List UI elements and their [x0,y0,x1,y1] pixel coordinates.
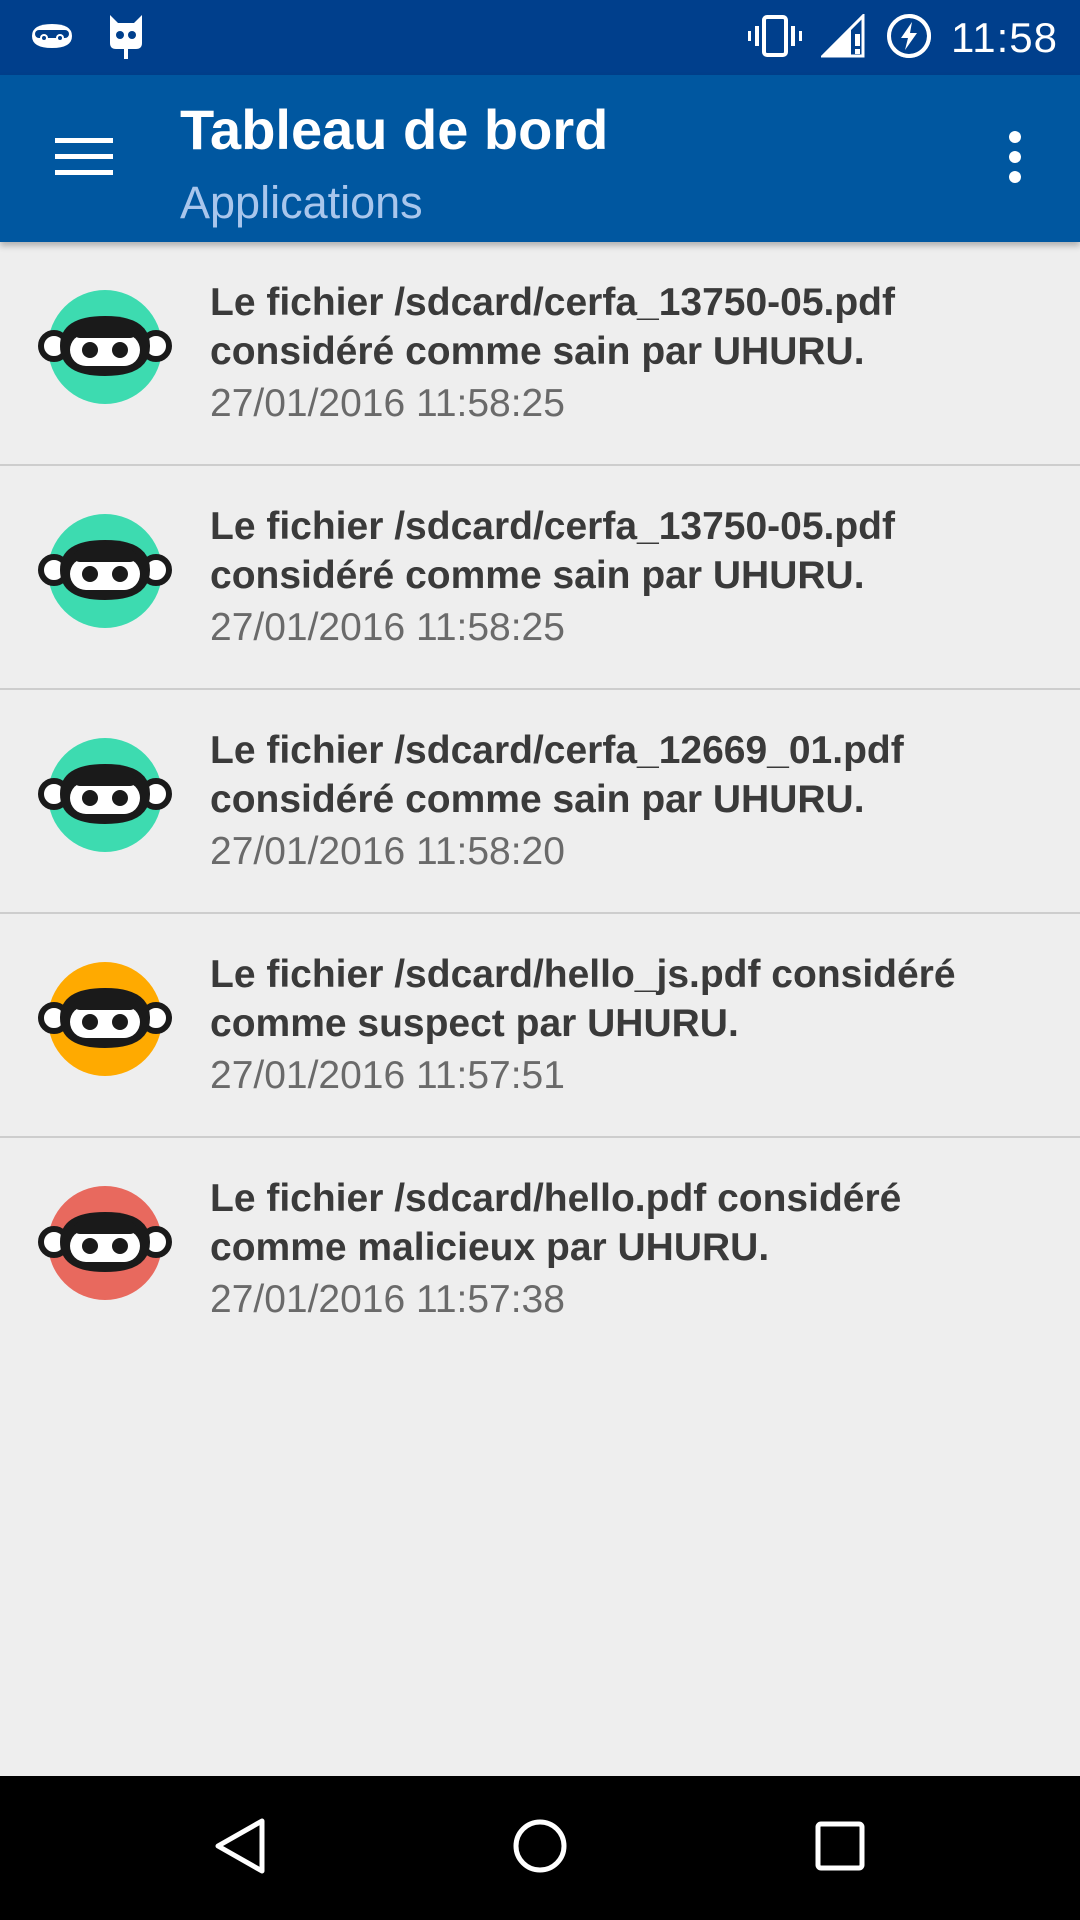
list-item[interactable]: Le fichier /sdcard/cerfa_13750-05.pdf co… [0,242,1080,466]
menu-button[interactable] [38,119,130,199]
uhuru-monkey-icon [38,540,172,600]
item-message: Le fichier /sdcard/hello.pdf considéré c… [210,1177,902,1269]
item-text: Le fichier /sdcard/cerfa_12669_01.pdf co… [210,726,1030,880]
avatar [38,738,172,852]
recents-icon [815,1821,865,1876]
list-item[interactable]: Le fichier /sdcard/hello.pdf considéré c… [0,1138,1080,1362]
item-text: Le fichier /sdcard/hello.pdf considéré c… [210,1174,1030,1328]
home-button[interactable] [500,1808,580,1888]
item-text: Le fichier /sdcard/cerfa_13750-05.pdf co… [210,502,1030,656]
overflow-menu-button[interactable] [980,119,1050,199]
list-item[interactable]: Le fichier /sdcard/cerfa_12669_01.pdf co… [0,690,1080,914]
item-message: Le fichier /sdcard/hello_js.pdf considér… [210,953,956,1045]
uhuru-monkey-icon [38,316,172,376]
item-timestamp: 27/01/2016 11:57:51 [210,1054,565,1097]
item-message: Le fichier /sdcard/cerfa_13750-05.pdf co… [210,281,895,373]
item-timestamp: 27/01/2016 11:58:25 [210,382,565,425]
recents-button[interactable] [800,1808,880,1888]
item-text: Le fichier /sdcard/cerfa_13750-05.pdf co… [210,278,1030,432]
back-button[interactable] [200,1808,280,1888]
vibrate-icon [747,14,803,63]
uhuru-notification-icon [28,21,76,56]
cyanogen-icon [106,13,146,64]
avatar [38,962,172,1076]
home-icon [512,1818,568,1879]
status-left-icons [28,12,146,64]
list-item[interactable]: Le fichier /sdcard/hello_js.pdf considér… [0,914,1080,1138]
item-text: Le fichier /sdcard/hello_js.pdf considér… [210,950,1030,1104]
status-time: 11:58 [951,14,1058,61]
status-right-icons: 11:58 [747,10,1058,66]
event-list: Le fichier /sdcard/cerfa_13750-05.pdf co… [0,242,1080,1362]
app-bar: Tableau de bord Applications [0,75,1080,242]
item-timestamp: 27/01/2016 11:58:20 [210,830,565,873]
battery-charging-icon [885,12,933,65]
avatar [38,290,172,404]
page-subtitle: Applications [180,177,423,228]
uhuru-monkey-icon [38,988,172,1048]
avatar [38,1186,172,1300]
item-timestamp: 27/01/2016 11:57:38 [210,1278,565,1321]
back-icon [212,1817,268,1880]
more-vert-icon [1008,130,1022,188]
uhuru-monkey-icon [38,1212,172,1272]
signal-icon [819,11,867,63]
list-item[interactable]: Le fichier /sdcard/cerfa_13750-05.pdf co… [0,466,1080,690]
status-bar: 11:58 [0,0,1080,75]
page-title: Tableau de bord [180,98,609,161]
avatar [38,514,172,628]
navigation-bar [0,1776,1080,1920]
item-message: Le fichier /sdcard/cerfa_12669_01.pdf co… [210,729,904,821]
item-timestamp: 27/01/2016 11:58:25 [210,606,565,649]
uhuru-monkey-icon [38,764,172,824]
item-message: Le fichier /sdcard/cerfa_13750-05.pdf co… [210,505,895,597]
hamburger-menu-icon [55,136,113,183]
